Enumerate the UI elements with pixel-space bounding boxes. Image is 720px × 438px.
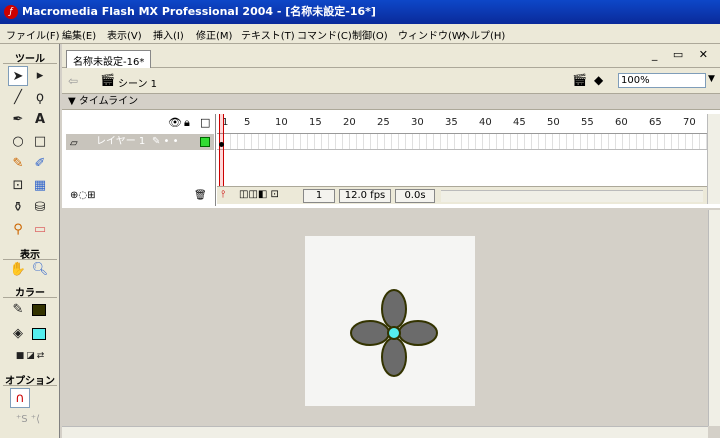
- document-tab[interactable]: 名称未設定-16*: [66, 50, 152, 68]
- toolbox-panel: ツール ➤ ▸ ╱ ϙ ✒ A ○ □ ✎ ✐ ⊡ ▦ ⚱ ⛁ ⚲ ▭ 表示 ✋…: [0, 44, 60, 438]
- layer-name[interactable]: レイヤー 1: [96, 136, 145, 147]
- oval-tool-icon[interactable]: ○: [8, 132, 28, 152]
- stage-vscroll[interactable]: [708, 210, 720, 426]
- zoom-dropdown-icon[interactable]: ▼: [708, 74, 715, 84]
- lasso-tool-icon[interactable]: ϙ: [30, 88, 50, 108]
- layers-panel: 👁︎ 🔒︎ □ ⊕◌⊞ 🗑︎: [66, 114, 216, 206]
- frame-number: 65: [649, 117, 662, 128]
- eye-icon[interactable]: 👁︎: [168, 116, 182, 129]
- line-tool-icon[interactable]: ╱: [8, 88, 28, 108]
- menu-commands[interactable]: コマンド(C): [297, 27, 352, 42]
- edit-symbol-icon[interactable]: ◆: [594, 73, 603, 87]
- paint-bucket-tool-icon[interactable]: ⛁: [30, 198, 50, 218]
- frame-ruler[interactable]: 1 5 10 15 20 25 30 35 40 45 50 55 60 65 …: [217, 114, 707, 134]
- window-controls[interactable]: _ ▭ ✕: [652, 48, 714, 61]
- color-header: カラー: [3, 284, 57, 299]
- back-arrow-icon[interactable]: ⇦: [68, 74, 78, 88]
- menu-window[interactable]: ウィンドウ(W): [398, 27, 466, 42]
- frame-number: 70: [683, 117, 696, 128]
- pencil-icon: ✎ • •: [152, 136, 179, 147]
- keyframe-dot[interactable]: [219, 142, 224, 147]
- menu-insert[interactable]: 挿入(I): [153, 27, 184, 42]
- smooth-straighten-icon[interactable]: ⁺S ⁺⟨: [8, 410, 48, 430]
- free-transform-tool-icon[interactable]: ⊡: [8, 176, 28, 196]
- current-frame: 1: [303, 189, 335, 203]
- frame-number: 10: [275, 117, 288, 128]
- menu-edit[interactable]: 編集(E): [62, 27, 96, 42]
- brush-tool-icon[interactable]: ✐: [30, 154, 50, 174]
- timeline-status-bar: ⫯ ◫◫◧ ⊡ 1 12.0 fps 0.0s: [217, 186, 707, 204]
- stroke-color-icon[interactable]: ✎: [8, 300, 28, 320]
- menu-view[interactable]: 表示(V): [107, 27, 142, 42]
- playhead[interactable]: [219, 114, 224, 186]
- window-title: Macromedia Flash MX Professional 2004 - …: [22, 5, 376, 18]
- layer-row[interactable]: レイヤー 1 ✎ • • ▱: [66, 134, 214, 150]
- timeline-hscroll[interactable]: [441, 190, 703, 202]
- center-frame-icon[interactable]: ⫯: [221, 189, 225, 200]
- scene-icon: 🎬︎: [100, 73, 116, 87]
- document-tab-bar: [62, 44, 720, 68]
- frame-rate[interactable]: 12.0 fps: [339, 189, 391, 203]
- frame-number: 35: [445, 117, 458, 128]
- text-tool-icon[interactable]: A: [30, 110, 50, 130]
- stage-hscroll[interactable]: [62, 426, 708, 438]
- menu-file[interactable]: ファイル(F): [6, 27, 60, 42]
- menu-bar: ファイル(F) 編集(E) 表示(V) 挿入(I) 修正(M) テキスト(T) …: [0, 24, 720, 44]
- menu-text[interactable]: テキスト(T): [241, 27, 295, 42]
- subselect-tool-icon[interactable]: ▸: [30, 66, 50, 86]
- flash-logo-icon: ƒ: [4, 5, 18, 19]
- frame-number: 5: [244, 117, 251, 128]
- fill-color-swatch[interactable]: [32, 328, 46, 340]
- timeline-vscroll[interactable]: [707, 114, 720, 204]
- elapsed-time: 0.0s: [395, 189, 435, 203]
- layer-outline-color[interactable]: [200, 137, 210, 147]
- menu-control[interactable]: 制御(O): [352, 27, 388, 42]
- frame-number: 50: [547, 117, 560, 128]
- eyedropper-tool-icon[interactable]: ⚲: [8, 220, 28, 240]
- frame-number: 40: [479, 117, 492, 128]
- color-options-icon[interactable]: ■◪⇄: [6, 346, 56, 366]
- frame-number: 25: [377, 117, 390, 128]
- frame-number: 30: [411, 117, 424, 128]
- rectangle-tool-icon[interactable]: □: [30, 132, 50, 152]
- title-bar: Macromedia Flash MX Professional 2004 - …: [0, 0, 720, 24]
- trash-icon[interactable]: 🗑︎: [194, 190, 207, 201]
- stroke-color-swatch[interactable]: [32, 304, 46, 316]
- frame-number: 55: [581, 117, 594, 128]
- timeline-header[interactable]: ▼ タイムライン: [62, 94, 720, 110]
- frame-number: 45: [513, 117, 526, 128]
- frame-number: 20: [343, 117, 356, 128]
- snap-magnet-icon[interactable]: ∩: [10, 388, 30, 408]
- view-header: 表示: [3, 246, 57, 261]
- outline-icon[interactable]: □: [200, 116, 210, 129]
- arrow-tool-icon[interactable]: ➤: [8, 66, 28, 86]
- pencil-tool-icon[interactable]: ✎: [8, 154, 28, 174]
- onion-skin-icons[interactable]: ◫◫◧ ⊡: [239, 189, 279, 200]
- flower-shape[interactable]: [305, 236, 475, 406]
- layer-icon: ▱: [70, 138, 78, 149]
- hand-tool-icon[interactable]: ✋: [8, 260, 28, 280]
- options-header: オプション: [3, 372, 57, 387]
- edit-scene-icon[interactable]: 🎬︎: [572, 73, 587, 87]
- stage[interactable]: [305, 236, 475, 406]
- eraser-tool-icon[interactable]: ▭: [30, 220, 50, 240]
- ink-bottle-tool-icon[interactable]: ⚱: [8, 198, 28, 218]
- tools-header: ツール: [3, 50, 57, 65]
- scene-label[interactable]: シーン 1: [118, 75, 157, 90]
- timeline-title: タイムライン: [78, 96, 139, 107]
- frame-track[interactable]: [217, 134, 707, 150]
- zoom-tool-icon[interactable]: 🔍︎: [30, 260, 50, 280]
- pen-tool-icon[interactable]: ✒: [8, 110, 28, 130]
- zoom-select[interactable]: 100%: [618, 73, 706, 88]
- frame-number: 60: [615, 117, 628, 128]
- menu-help[interactable]: ヘルプ(H): [460, 27, 505, 42]
- fill-transform-tool-icon[interactable]: ▦: [30, 176, 50, 196]
- menu-modify[interactable]: 修正(M): [196, 27, 232, 42]
- lock-icon[interactable]: 🔒︎: [184, 116, 190, 130]
- fill-color-icon[interactable]: ◈: [8, 324, 28, 344]
- add-layer-icon[interactable]: ⊕◌⊞: [70, 190, 95, 201]
- frame-number: 15: [309, 117, 322, 128]
